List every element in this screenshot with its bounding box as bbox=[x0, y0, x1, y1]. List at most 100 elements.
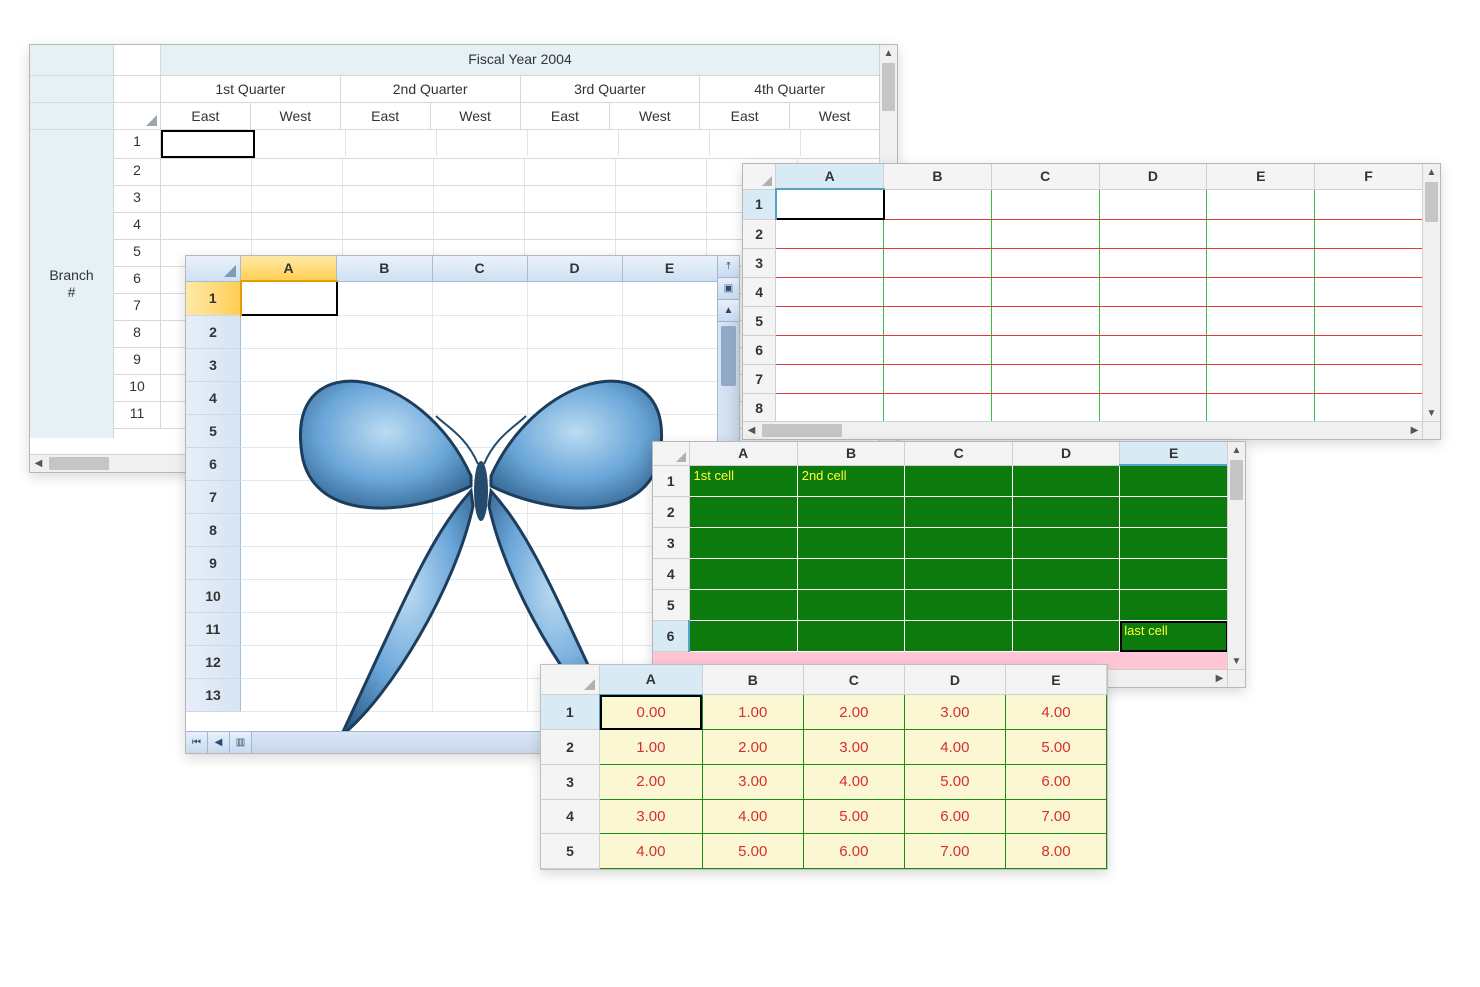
grid-cell[interactable] bbox=[241, 315, 337, 349]
column-header[interactable]: A bbox=[776, 164, 884, 189]
grid-cell[interactable] bbox=[905, 528, 1012, 559]
subcol-header[interactable]: East bbox=[700, 103, 790, 129]
grid-cell[interactable] bbox=[1012, 497, 1119, 528]
quarter-header[interactable]: 1st Quarter bbox=[161, 76, 341, 102]
grid-cell[interactable] bbox=[337, 315, 433, 349]
column-header[interactable]: E bbox=[1207, 164, 1315, 189]
row-header[interactable]: 13 bbox=[186, 679, 241, 712]
grid-cell[interactable] bbox=[337, 679, 433, 712]
row-header[interactable]: 4 bbox=[541, 799, 600, 834]
row-header[interactable]: 6 bbox=[114, 267, 161, 293]
grid-cell[interactable] bbox=[527, 415, 622, 448]
grid-cell[interactable] bbox=[1099, 365, 1207, 394]
grid-cell[interactable] bbox=[622, 349, 717, 382]
grid-cell[interactable] bbox=[343, 159, 434, 185]
grid-cell[interactable] bbox=[616, 159, 707, 185]
grid-cell[interactable] bbox=[1207, 307, 1315, 336]
grid-cell[interactable] bbox=[241, 547, 337, 580]
grid-cell[interactable]: 3.00 bbox=[904, 695, 1005, 730]
grid-cell[interactable] bbox=[1207, 278, 1315, 307]
vertical-scrollbar[interactable]: ▲ ▼ bbox=[1227, 442, 1245, 670]
grid-cell[interactable] bbox=[527, 315, 622, 349]
grid-cell[interactable]: 3.00 bbox=[702, 764, 803, 799]
grid-cell[interactable] bbox=[241, 481, 337, 514]
grid-cell[interactable] bbox=[337, 547, 433, 580]
grid-cell[interactable] bbox=[1207, 219, 1315, 249]
grid-cell[interactable] bbox=[1207, 394, 1315, 423]
grid-cell[interactable] bbox=[776, 365, 884, 394]
grid-cell[interactable] bbox=[337, 514, 433, 547]
scroll-thumb[interactable] bbox=[762, 424, 842, 437]
grid-cell[interactable] bbox=[1315, 365, 1423, 394]
row-header[interactable]: 4 bbox=[114, 213, 161, 239]
grid-cell[interactable]: 5.00 bbox=[1005, 730, 1106, 765]
grid-cell[interactable] bbox=[525, 213, 616, 239]
grid-cell[interactable] bbox=[1207, 365, 1315, 394]
grid-cell[interactable]: 0.00 bbox=[600, 695, 703, 730]
row-header[interactable]: 4 bbox=[653, 559, 689, 590]
grid-cell[interactable] bbox=[689, 528, 797, 559]
grid-cell[interactable] bbox=[1207, 336, 1315, 365]
row-header[interactable]: 5 bbox=[743, 307, 776, 336]
row-header[interactable]: 3 bbox=[186, 349, 241, 382]
grid-cell[interactable] bbox=[1315, 189, 1423, 219]
grid-cell[interactable] bbox=[622, 382, 717, 415]
grid-cell[interactable] bbox=[1315, 307, 1423, 336]
scroll-up-icon[interactable]: ▲ bbox=[1228, 442, 1245, 459]
grid-cell[interactable] bbox=[622, 281, 717, 315]
grid-cell[interactable] bbox=[528, 130, 619, 156]
column-header[interactable]: C bbox=[905, 442, 1012, 465]
grid-cell[interactable] bbox=[161, 159, 252, 185]
grid-cell[interactable] bbox=[432, 547, 527, 580]
grid-cell[interactable] bbox=[337, 481, 433, 514]
column-header[interactable]: B bbox=[884, 164, 992, 189]
subcol-header[interactable]: East bbox=[161, 103, 251, 129]
grid-cell[interactable] bbox=[432, 382, 527, 415]
grid-cell[interactable]: 1.00 bbox=[600, 730, 703, 765]
grid-cell[interactable] bbox=[337, 448, 433, 481]
scroll-down-icon[interactable]: ▼ bbox=[1228, 653, 1245, 670]
grid-cell[interactable] bbox=[1120, 528, 1228, 559]
subcol-header[interactable]: West bbox=[790, 103, 880, 129]
grid-cell[interactable] bbox=[1099, 278, 1207, 307]
grid-cell[interactable] bbox=[432, 415, 527, 448]
grid-cell[interactable] bbox=[1012, 528, 1119, 559]
row-header[interactable]: 7 bbox=[186, 481, 241, 514]
row-header[interactable]: 7 bbox=[114, 294, 161, 320]
vertical-scrollbar[interactable]: ▲ ▼ bbox=[1422, 164, 1440, 422]
grid-cell[interactable] bbox=[689, 590, 797, 621]
grid-cell[interactable] bbox=[797, 621, 905, 652]
column-header[interactable]: B bbox=[337, 256, 433, 281]
row-header[interactable]: 5 bbox=[186, 415, 241, 448]
select-all-corner[interactable] bbox=[186, 256, 241, 281]
scroll-up-icon[interactable]: ▲ bbox=[1423, 164, 1440, 181]
grid-cell[interactable] bbox=[241, 646, 337, 679]
scroll-thumb[interactable] bbox=[1230, 460, 1243, 500]
row-header[interactable]: 6 bbox=[653, 621, 689, 652]
grid-cell[interactable] bbox=[434, 213, 525, 239]
grid-cell[interactable] bbox=[991, 336, 1099, 365]
grid-cell[interactable] bbox=[884, 365, 992, 394]
grid-cell[interactable] bbox=[252, 186, 343, 212]
grid-cell[interactable]: 5.00 bbox=[904, 764, 1005, 799]
grid-cell[interactable] bbox=[776, 189, 884, 219]
grid-cell[interactable] bbox=[905, 621, 1012, 652]
grid-cell[interactable] bbox=[1315, 219, 1423, 249]
grid-cell[interactable] bbox=[432, 679, 527, 712]
grid-cell[interactable] bbox=[1099, 249, 1207, 278]
grid-cell[interactable] bbox=[252, 213, 343, 239]
grid-cell[interactable] bbox=[241, 281, 337, 315]
row-header[interactable]: 2 bbox=[186, 315, 241, 349]
scroll-block-up-icon[interactable]: ▣ bbox=[718, 278, 739, 300]
scroll-thumb[interactable] bbox=[49, 457, 109, 470]
grid-cell[interactable] bbox=[1099, 336, 1207, 365]
row-header[interactable]: 11 bbox=[186, 613, 241, 646]
grid-cell[interactable] bbox=[527, 448, 622, 481]
grid-cell[interactable] bbox=[1207, 249, 1315, 278]
grid-cell[interactable] bbox=[1012, 621, 1119, 652]
row-header[interactable]: 1 bbox=[653, 465, 689, 497]
grid-cell[interactable] bbox=[710, 130, 801, 156]
row-header[interactable]: 2 bbox=[743, 219, 776, 249]
row-header[interactable]: 8 bbox=[743, 394, 776, 423]
grid-cell[interactable] bbox=[337, 580, 433, 613]
